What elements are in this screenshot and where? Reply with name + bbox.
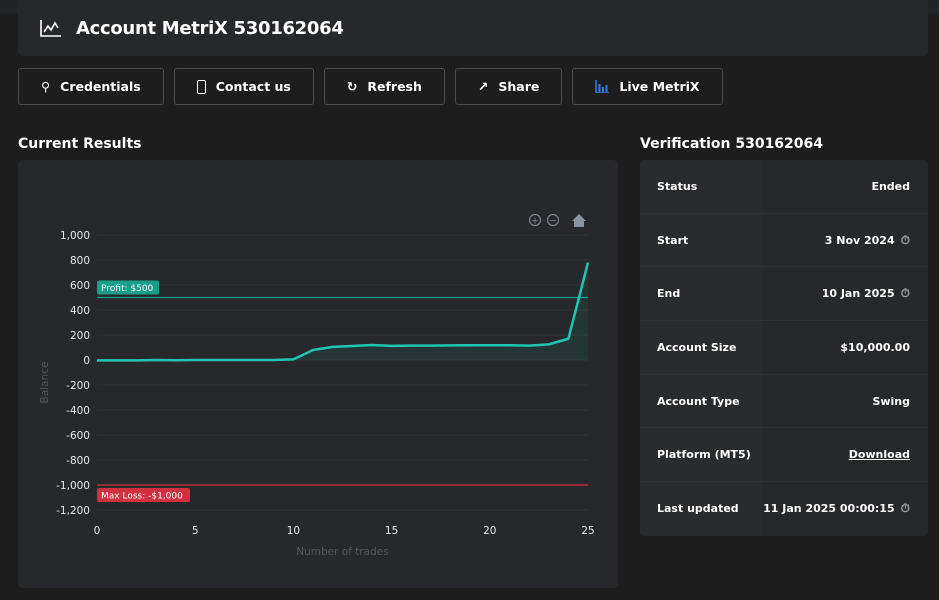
action-bar: ⚲ Credentials Contact us ↻ Refresh ↗ Share … [18, 68, 723, 105]
row-value: 10 Jan 2025 [821, 287, 895, 301]
row-value-cell: Download [762, 428, 928, 481]
row-label: Account Type [640, 374, 762, 428]
verification-row: End 10 Jan 2025 ⏱ [640, 267, 928, 322]
verification-heading: Verification 530162064 [640, 136, 824, 152]
home-icon[interactable] [572, 214, 586, 227]
balance-line [97, 262, 590, 362]
y-tick-label: -200 [66, 380, 90, 392]
credentials-button[interactable]: ⚲ Credentials [18, 68, 164, 105]
y-tick-label: 200 [70, 330, 90, 342]
row-label: Status [640, 160, 762, 213]
row-value-cell: $10,000.00 [762, 321, 928, 374]
y-tick-label: 600 [70, 280, 90, 292]
timer-icon: ⏱ [900, 232, 910, 247]
balance-chart-card: 1,000 800 600 400 200 0 -200 -400 -600 -800 -1,000… [18, 160, 618, 588]
y-tick-label: -1,000 [56, 480, 90, 492]
x-tick-label: 5 [192, 525, 199, 537]
zoom-out-glyph: − [549, 217, 557, 227]
y-tick-label: -1,200 [56, 505, 90, 517]
row-value-cell: 3 Nov 2024 ⏱ [762, 214, 928, 267]
line-chart-icon [40, 20, 61, 37]
row-value-cell: 11 Jan 2025 00:00:15 ⏱ [762, 482, 928, 536]
verification-row: Platform (MT5) Download [640, 428, 928, 483]
y-tick-label: 800 [70, 255, 90, 267]
verification-row: Last updated 11 Jan 2025 00:00:15 ⏱ [640, 482, 928, 536]
live-metrix-button[interactable]: Live MetriX [572, 68, 723, 105]
x-tick-label: 25 [581, 525, 594, 537]
verification-row: Account Type Swing [640, 374, 928, 429]
row-value: $10,000.00 [840, 340, 910, 354]
x-tick-label: 15 [385, 525, 398, 537]
x-tick-label: 10 [287, 525, 300, 537]
y-tick-label: -800 [66, 455, 90, 467]
y-tick-label: 1,000 [60, 230, 90, 242]
download-link[interactable]: Download [849, 448, 910, 461]
zoom-in-glyph: + [531, 217, 539, 227]
x-tick-label: 20 [483, 525, 496, 537]
key-icon: ⚲ [41, 79, 51, 94]
row-value: 3 Nov 2024 [824, 233, 895, 247]
row-value-cell: 10 Jan 2025 ⏱ [762, 267, 928, 320]
share-icon: ↗ [477, 79, 489, 94]
share-button[interactable]: ↗ Share [454, 68, 563, 105]
row-label: End [640, 267, 762, 321]
x-tick-label: 0 [94, 525, 101, 537]
y-axis-label: Balance [39, 362, 51, 404]
refresh-button[interactable]: ↻ Refresh [323, 68, 445, 105]
row-label: Last updated [640, 482, 762, 536]
phone-icon [196, 79, 206, 94]
threshold-label: Max Loss: -$1,000 [101, 492, 183, 502]
refresh-icon: ↻ [346, 79, 358, 94]
page-title: Account MetriX 530162064 [76, 17, 344, 39]
threshold-label: Profit: $500 [101, 284, 154, 294]
y-tick-label: -600 [66, 430, 90, 442]
current-results-heading: Current Results [18, 136, 142, 152]
balance-chart: 1,0008006004002000-200-400-600-800-1,000… [39, 213, 595, 558]
timer-icon: ⏱ [900, 286, 910, 301]
contact-us-button[interactable]: Contact us [173, 68, 314, 105]
row-value-cell: Swing [762, 375, 928, 428]
verification-row: Account Size $10,000.00 [640, 321, 928, 375]
bar-chart-icon [595, 80, 610, 93]
y-tick-label: -400 [66, 405, 90, 417]
row-value-cell: Ended [762, 160, 928, 213]
row-label: Start [640, 213, 762, 267]
y-tick-label: 400 [70, 305, 90, 317]
row-value: Ended [871, 179, 910, 193]
page-header: Account MetriX 530162064 [18, 0, 928, 56]
verification-row: Start 3 Nov 2024 ⏱ [640, 213, 928, 268]
y-tick-label: 0 [83, 355, 90, 367]
x-axis-label: Number of trades [296, 546, 388, 558]
row-value: 11 Jan 2025 00:00:15 [763, 502, 895, 516]
timer-icon: ⏱ [900, 501, 910, 516]
verification-row: Status Ended [640, 160, 928, 214]
verification-table: Status Ended Start 3 Nov 2024 ⏱ End 10 Jan 202… [640, 160, 928, 536]
row-label: Account Size [640, 321, 762, 374]
row-label: Platform (MT5) [640, 428, 762, 482]
row-value: Swing [872, 394, 910, 408]
